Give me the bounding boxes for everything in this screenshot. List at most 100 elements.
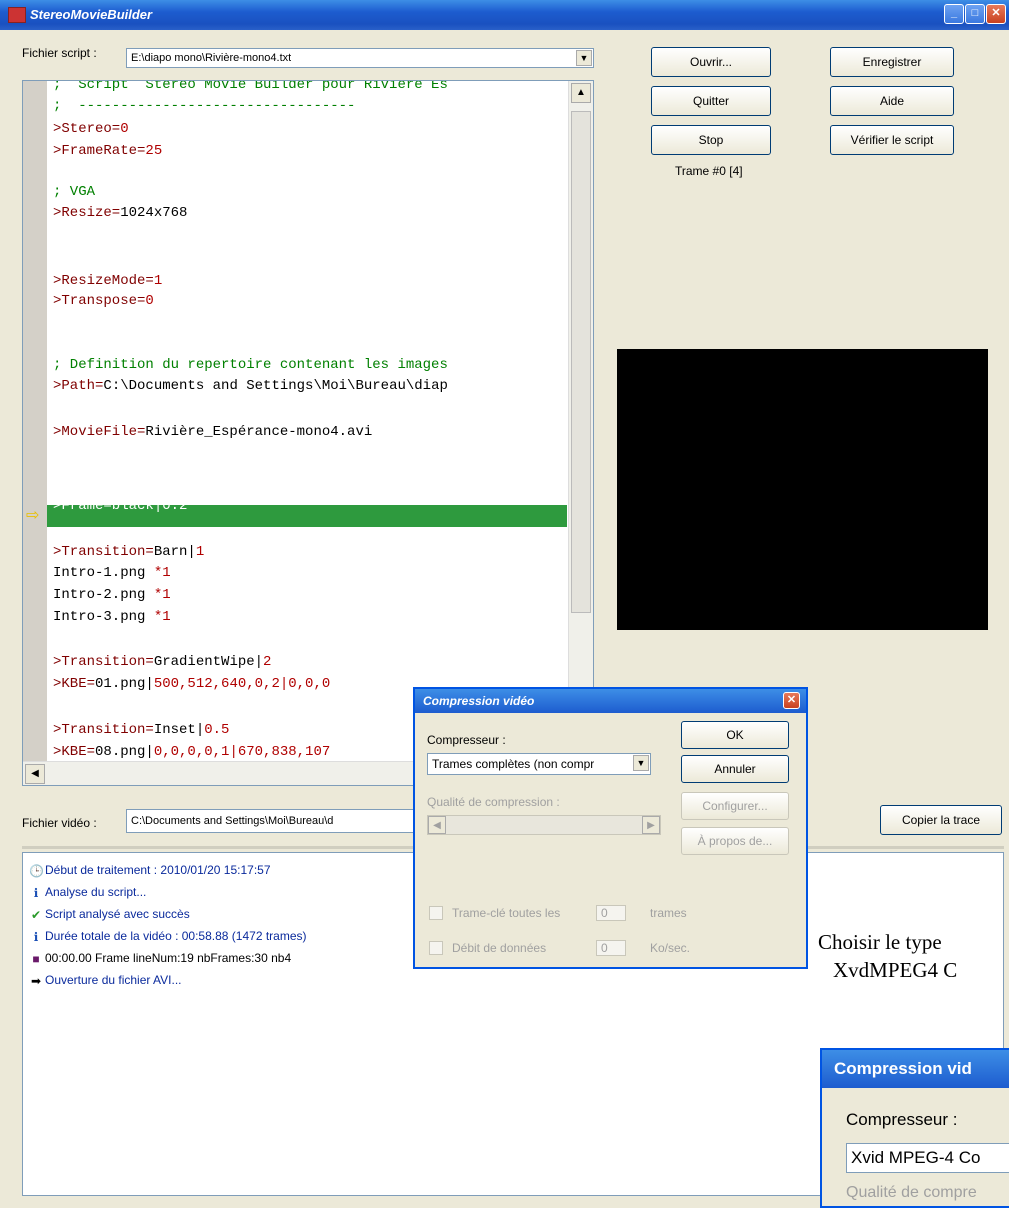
script-line[interactable]: Intro-2.png *1: [53, 585, 171, 605]
scroll-up-icon[interactable]: ▲: [571, 83, 591, 103]
script-line[interactable]: >MovieFile=Rivière_Espérance-mono4.avi: [53, 422, 372, 442]
compression-dialog: Compression vidéo ✕ Compresseur : Trames…: [413, 687, 808, 969]
zoomed-compressor-select[interactable]: Xvid MPEG-4 Co: [846, 1143, 1009, 1173]
script-token: >KBE=: [53, 744, 96, 760]
script-line[interactable]: ; Definition du repertoire contenant les…: [53, 355, 448, 375]
script-token: 0.5: [204, 722, 230, 738]
video-preview: [617, 349, 988, 630]
script-token: Rivière_Espérance-mono4.avi: [145, 424, 373, 440]
zoomed-compressor-label: Compresseur :: [846, 1110, 958, 1129]
quality-label: Qualité de compression :: [427, 795, 560, 809]
script-line[interactable]: >Frame=black|0.2: [53, 496, 187, 516]
script-token: >FrameRate=: [53, 143, 146, 159]
keyframe-label: Trame-clé toutes les: [452, 906, 561, 920]
video-file-input[interactable]: C:\Documents and Settings\Moi\Bureau\d: [126, 809, 426, 833]
title-bar: StereoMovieBuilder _ □ ✕: [0, 0, 1009, 30]
datarate-label: Débit de données: [452, 941, 547, 955]
zoomed-quality-label: Qualité de compre: [846, 1184, 977, 1201]
configure-button[interactable]: Configurer...: [681, 792, 789, 820]
script-line[interactable]: >Transition=GradientWipe|2: [53, 652, 271, 672]
script-line[interactable]: Intro-3.png *1: [53, 607, 171, 627]
script-line[interactable]: ; ---------------------------------: [53, 96, 355, 116]
log-entry: ➡ Ouverture du fichier AVI...: [29, 973, 182, 988]
script-line[interactable]: >Resize=1024x768: [53, 203, 187, 223]
frame-status: Trame #0 [4]: [675, 164, 743, 178]
script-token: >Frame=black|0.2: [53, 498, 188, 514]
close-button[interactable]: ✕: [986, 4, 1006, 24]
window-title: StereoMovieBuilder: [30, 7, 153, 22]
script-token: 08.png|: [95, 744, 154, 760]
script-token: 0: [145, 293, 154, 309]
scroll-left-icon[interactable]: ◀: [25, 764, 45, 784]
info-icon: ℹ: [33, 929, 39, 944]
slider-right-icon[interactable]: ▶: [642, 816, 660, 834]
script-token: Intro-3.png: [53, 609, 154, 625]
compressor-select[interactable]: Trames complètes (non compr ▼: [427, 753, 651, 775]
script-editor[interactable]: ⇨ ; Script Stereo Movie Builder pour Riv…: [22, 80, 594, 786]
check-icon: ✔: [30, 907, 42, 922]
script-line[interactable]: >Transpose=0: [53, 291, 154, 311]
log-entry: ℹ Analyse du script...: [29, 885, 147, 900]
log-text: Début de traitement : 2010/01/20 15:17:5…: [45, 863, 271, 877]
script-line[interactable]: >Stereo=0: [53, 119, 129, 139]
script-token: *1: [153, 609, 171, 625]
maximize-button[interactable]: □: [965, 4, 985, 24]
slider-left-icon[interactable]: ◀: [428, 816, 446, 834]
chevron-down-icon[interactable]: ▼: [576, 50, 592, 66]
frame-icon: ■: [32, 951, 40, 966]
script-line[interactable]: >Transition=Barn|1: [53, 542, 204, 562]
note-line-2: XvdMPEG4 C: [833, 958, 958, 982]
minimize-button[interactable]: _: [944, 4, 964, 24]
script-line[interactable]: >KBE=01.png|500,512,640,0,2|0,0,0: [53, 674, 330, 694]
script-token: 2: [263, 654, 272, 670]
datarate-input[interactable]: 0: [596, 940, 626, 956]
script-token: 1: [153, 273, 163, 289]
keyframe-input[interactable]: 0: [596, 905, 626, 921]
compressor-label: Compresseur :: [427, 733, 506, 747]
vertical-scrollbar[interactable]: ▲: [568, 81, 593, 761]
script-token: Intro-2.png: [53, 587, 154, 603]
script-line[interactable]: >Transition=Inset|0.5: [53, 720, 229, 740]
script-line[interactable]: >Path=C:\Documents and Settings\Moi\Bure…: [53, 376, 448, 396]
script-file-combo[interactable]: E:\diapo mono\Rivière-mono4.txt ▼: [126, 48, 594, 68]
log-text: 00:00.00 Frame lineNum:19 nbFrames:30 nb…: [45, 951, 292, 965]
about-button[interactable]: À propos de...: [681, 827, 789, 855]
help-button[interactable]: Aide: [830, 86, 954, 116]
script-token: >Transpose=: [53, 293, 146, 309]
dialog-close-icon[interactable]: ✕: [783, 692, 800, 709]
save-button[interactable]: Enregistrer: [830, 47, 954, 77]
stop-button[interactable]: Stop: [651, 125, 771, 155]
script-token: 0,0,0,0,1|670,838,107: [153, 744, 331, 760]
vertical-scroll-thumb[interactable]: [571, 111, 591, 613]
script-line[interactable]: >FrameRate=25: [53, 141, 162, 161]
keyframe-checkbox[interactable]: [429, 906, 443, 920]
chevron-down-icon[interactable]: ▼: [633, 755, 649, 771]
note-line-1: Choisir le type: [818, 930, 942, 954]
script-file-label: Fichier script :: [22, 46, 97, 60]
script-line[interactable]: >ResizeMode=1: [53, 271, 162, 291]
script-line[interactable]: ; Script Stereo Movie Builder pour Riviè…: [53, 81, 448, 95]
log-text: Ouverture du fichier AVI...: [45, 973, 182, 987]
log-entry: ■ 00:00.00 Frame lineNum:19 nbFrames:30 n…: [29, 951, 291, 966]
info-icon: ℹ: [33, 885, 39, 900]
datarate-checkbox[interactable]: [429, 941, 443, 955]
dialog-title: Compression vidéo: [423, 694, 535, 708]
script-line[interactable]: ; VGA: [53, 182, 95, 202]
ok-button[interactable]: OK: [681, 721, 789, 749]
app-icon: [8, 7, 26, 23]
script-file-value: E:\diapo mono\Rivière-mono4.txt: [131, 52, 292, 64]
script-line[interactable]: >KBE=08.png|0,0,0,0,1|670,838,107: [53, 742, 330, 762]
open-button[interactable]: Ouvrir...: [651, 47, 771, 77]
script-token: >ResizeMode=: [53, 273, 154, 289]
copy-trace-button[interactable]: Copier la trace: [880, 805, 1002, 835]
log-entry: 🕒Début de traitement : 2010/01/20 15:17:…: [29, 863, 271, 878]
arrow-icon: ➡: [30, 973, 42, 988]
script-token: Barn|: [153, 544, 196, 560]
script-code[interactable]: ; Script Stereo Movie Builder pour Riviè…: [23, 81, 568, 761]
quality-slider[interactable]: ◀ ▶: [427, 815, 661, 835]
cancel-button[interactable]: Annuler: [681, 755, 789, 783]
verify-script-button[interactable]: Vérifier le script: [830, 125, 954, 155]
script-token: C:\Documents and Settings\Moi\Bureau\dia…: [103, 378, 448, 394]
quit-button[interactable]: Quitter: [651, 86, 771, 116]
script-line[interactable]: Intro-1.png *1: [53, 563, 171, 583]
